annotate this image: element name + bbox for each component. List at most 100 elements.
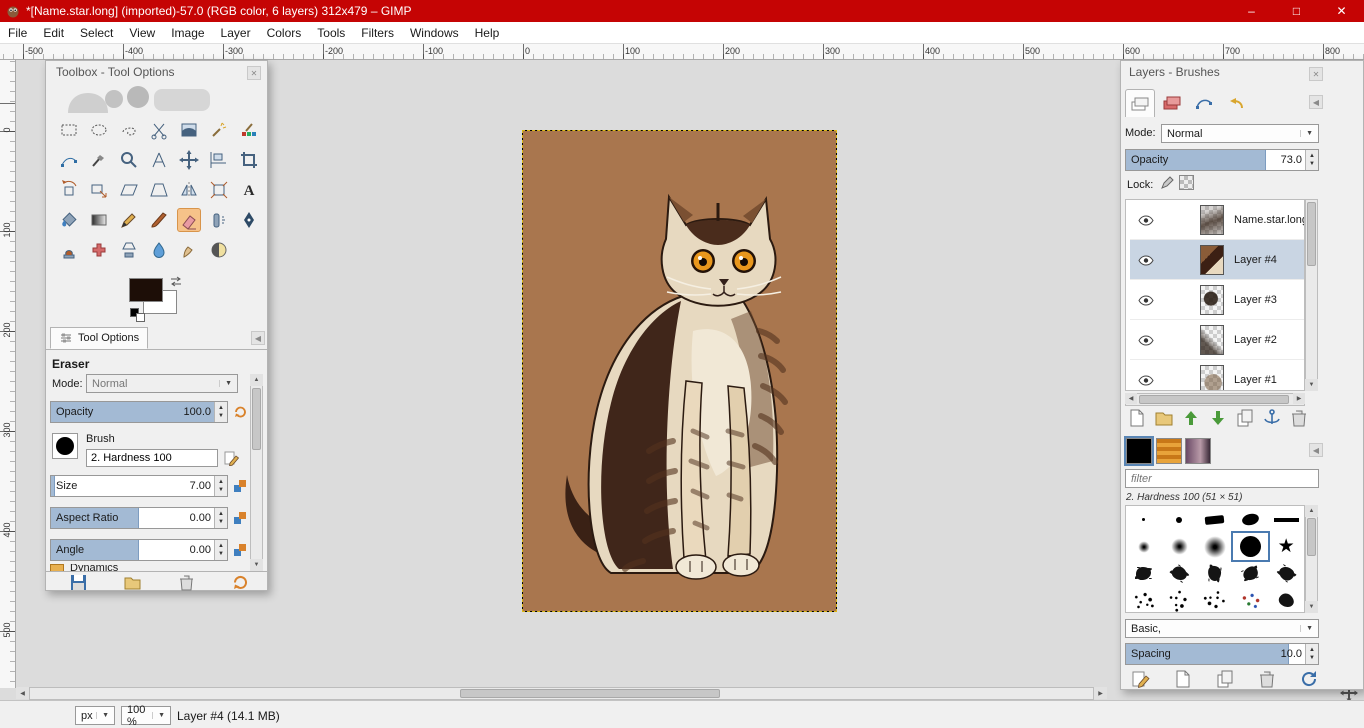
- lower-layer-button[interactable]: [1208, 408, 1228, 428]
- brush-preview-swatch[interactable]: [1124, 436, 1154, 466]
- edit-brush-icon[interactable]: [223, 450, 239, 466]
- delete-brush-button[interactable]: [1257, 669, 1277, 689]
- eraser-size-slider[interactable]: Size 7.00 ▲ ▼: [50, 475, 228, 497]
- titlebar[interactable]: *[Name.star.long] (imported)-57.0 (RGB c…: [0, 0, 1364, 22]
- opacity-spinner[interactable]: ▲ ▼: [214, 402, 227, 422]
- brush-item-soft-large[interactable]: [1197, 533, 1233, 560]
- layer-opacity-spinner[interactable]: ▲ ▼: [1305, 150, 1318, 170]
- tool-select-by-color[interactable]: [237, 118, 261, 142]
- tool-rectangle-select[interactable]: [57, 118, 81, 142]
- angle-spinner[interactable]: ▲ ▼: [214, 540, 227, 560]
- layer-row-layer3[interactable]: Layer #3: [1130, 280, 1304, 320]
- dynamics-row[interactable]: Dynamics: [50, 564, 228, 571]
- eraser-angle-slider[interactable]: Angle 0.00 ▲ ▼: [50, 539, 228, 561]
- swap-colors-icon[interactable]: [168, 275, 184, 287]
- tool-rotate[interactable]: [57, 178, 81, 202]
- layer-thumbnail[interactable]: [1200, 205, 1224, 235]
- brush-thumbnail[interactable]: [52, 433, 78, 459]
- save-tool-preset-button[interactable]: [70, 574, 87, 591]
- close-button[interactable]: ✕: [1319, 0, 1364, 22]
- size-reset-icon[interactable]: [232, 478, 248, 494]
- lock-pixels-icon[interactable]: [1159, 175, 1175, 191]
- menu-file[interactable]: File: [0, 22, 35, 43]
- visibility-eye-icon[interactable]: [1138, 255, 1154, 266]
- canvas[interactable]: [522, 130, 837, 612]
- layer-thumbnail[interactable]: [1200, 285, 1224, 315]
- delete-tool-preset-button[interactable]: [178, 574, 195, 591]
- brush-item-star[interactable]: ★: [1268, 533, 1304, 560]
- eraser-opacity-slider[interactable]: Opacity 100.0 ▲ ▼: [50, 401, 228, 423]
- menu-windows[interactable]: Windows: [402, 22, 467, 43]
- layer-thumbnail[interactable]: [1200, 245, 1224, 275]
- tab-layers[interactable]: [1125, 89, 1155, 117]
- brush-item-texture-2[interactable]: [1162, 587, 1198, 614]
- menu-view[interactable]: View: [121, 22, 163, 43]
- tab-undo-history[interactable]: [1221, 89, 1251, 117]
- tool-dodge-burn[interactable]: [207, 238, 231, 262]
- layer-mode-combo[interactable]: Normal ▼: [1161, 124, 1319, 143]
- brush-item-soft-small[interactable]: [1126, 533, 1162, 560]
- layer-thumbnail[interactable]: [1200, 365, 1224, 390]
- tool-crop[interactable]: [237, 148, 261, 172]
- reset-tool-options-button[interactable]: [232, 574, 249, 591]
- tool-text[interactable]: A: [237, 178, 261, 202]
- tool-bucket-fill[interactable]: [57, 208, 81, 232]
- toolbox-close-icon[interactable]: ✕: [247, 66, 261, 80]
- layer-row-layer2[interactable]: Layer #2: [1130, 320, 1304, 360]
- brush-item-pixel[interactable]: [1126, 506, 1162, 533]
- delete-layer-button[interactable]: [1289, 408, 1309, 428]
- brush-filter-input[interactable]: [1125, 469, 1319, 488]
- layer-row-layer4[interactable]: Layer #4: [1130, 240, 1304, 280]
- tab-channels[interactable]: [1157, 89, 1187, 117]
- brush-item-splat-4[interactable]: [1233, 560, 1269, 587]
- brush-item-dot[interactable]: [1162, 506, 1198, 533]
- foreground-color-swatch[interactable]: [129, 278, 163, 302]
- eraser-mode-combo[interactable]: Normal ▼: [86, 374, 238, 393]
- tool-paths[interactable]: [57, 148, 81, 172]
- tool-options-scrollbar[interactable]: ▲ ▼: [250, 374, 263, 571]
- tool-eraser[interactable]: [177, 208, 201, 232]
- tool-flip[interactable]: [177, 178, 201, 202]
- tool-move[interactable]: [177, 148, 201, 172]
- tool-airbrush[interactable]: [207, 208, 231, 232]
- brush-item-soft-medium[interactable]: [1162, 533, 1198, 560]
- brush-grid-scrollbar[interactable]: ▲ ▼: [1305, 505, 1318, 613]
- visibility-eye-icon[interactable]: [1138, 295, 1154, 306]
- menu-help[interactable]: Help: [467, 22, 508, 43]
- angle-reset-icon[interactable]: [232, 542, 248, 558]
- layer-list-scrollbar[interactable]: ▼: [1305, 199, 1318, 391]
- menu-image[interactable]: Image: [163, 22, 212, 43]
- brush-item-blob[interactable]: [1233, 506, 1269, 533]
- tool-foreground-select[interactable]: [177, 118, 201, 142]
- tool-fuzzy-select[interactable]: [207, 118, 231, 142]
- visibility-eye-icon[interactable]: [1138, 215, 1154, 226]
- tool-scissors-select[interactable]: [147, 118, 171, 142]
- menu-layer[interactable]: Layer: [213, 22, 259, 43]
- brush-tag-combo[interactable]: Basic, ▼: [1125, 619, 1319, 638]
- aspect-ratio-reset-icon[interactable]: [232, 510, 248, 526]
- tool-align[interactable]: [207, 148, 231, 172]
- tool-paintbrush[interactable]: [147, 208, 171, 232]
- tab-paths[interactable]: [1189, 89, 1219, 117]
- tool-gradient[interactable]: [87, 208, 111, 232]
- menu-colors[interactable]: Colors: [259, 22, 310, 43]
- brush-item-texture-4[interactable]: [1233, 587, 1269, 614]
- layer-list-hscrollbar[interactable]: ◀ ▶: [1125, 393, 1305, 406]
- gradient-preview-swatch[interactable]: [1185, 438, 1211, 464]
- unit-combo[interactable]: px ▼: [75, 706, 115, 725]
- new-layer-button[interactable]: [1127, 408, 1147, 428]
- duplicate-brush-button[interactable]: [1215, 669, 1235, 689]
- brush-item-splat-2[interactable]: [1162, 560, 1198, 587]
- spacing-spinner[interactable]: ▲ ▼: [1305, 644, 1318, 664]
- hscroll-left-arrow[interactable]: ◀: [16, 687, 29, 699]
- dock-close-icon[interactable]: ✕: [1309, 67, 1323, 81]
- tool-perspective-clone[interactable]: [117, 238, 141, 262]
- anchor-layer-button[interactable]: [1262, 408, 1282, 428]
- brush-name-input[interactable]: [86, 449, 218, 467]
- visibility-eye-icon[interactable]: [1138, 335, 1154, 346]
- raise-layer-button[interactable]: [1181, 408, 1201, 428]
- canvas-hscrollbar[interactable]: [29, 687, 1094, 700]
- opacity-reset-icon[interactable]: [232, 404, 248, 420]
- brush-spacing-slider[interactable]: Spacing 10.0 ▲ ▼: [1125, 643, 1319, 665]
- duplicate-layer-button[interactable]: [1235, 408, 1255, 428]
